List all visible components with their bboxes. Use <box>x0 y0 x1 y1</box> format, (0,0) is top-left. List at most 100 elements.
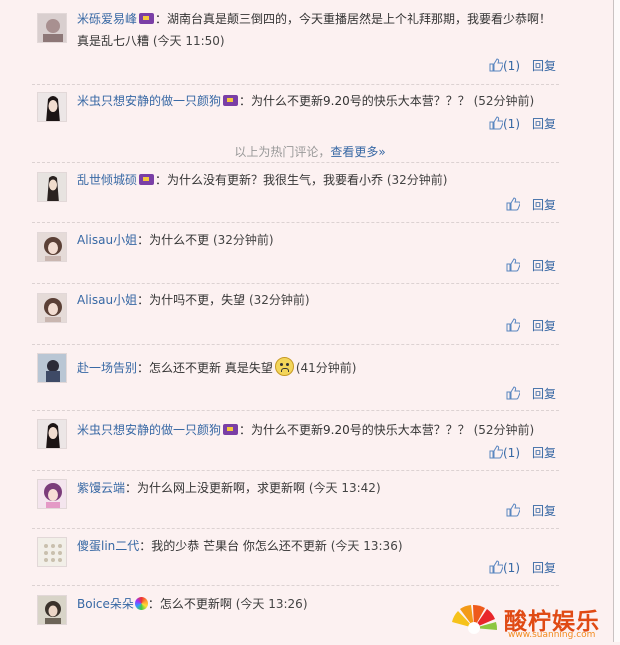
comment-username[interactable]: 米砾爱易峰 <box>77 12 137 26</box>
vip-badge-icon <box>139 174 155 185</box>
reply-link[interactable]: 回复 <box>532 196 556 214</box>
vip-badge-icon <box>223 424 239 435</box>
comment-time: (今天 11:50) <box>152 34 225 48</box>
comment-actions: (1) 回复 <box>470 559 560 577</box>
comment-time: (41分钟前) <box>295 361 357 375</box>
comment-text: 紫馒云端：为什么网上没更新啊，求更新啊 (今天 13:42) <box>77 477 557 499</box>
reply-link[interactable]: 回复 <box>532 444 556 462</box>
reply-link[interactable]: 回复 <box>532 317 556 335</box>
comment-username[interactable]: 赴一场告别 <box>77 361 137 375</box>
thumbs-up-icon <box>506 197 520 211</box>
comment-actions: 回复 <box>470 196 560 214</box>
like-count: (1) <box>503 117 520 131</box>
comment-content: ：为什么没有更新？我很生气，我要看小乔 <box>155 173 384 187</box>
comment-actions: (1) 回复 <box>470 115 560 133</box>
divider-text: 以上为热门评论， <box>234 145 331 159</box>
comment-time: (32分钟前) <box>212 233 274 247</box>
comment-content: ：怎么还不更新 真是失望 <box>137 361 273 375</box>
separator <box>32 410 559 411</box>
comment-actions: 回复 <box>470 317 560 335</box>
site-watermark: 酸柠娱乐 www.suanning.com <box>448 598 620 642</box>
comment-time: (32分钟前) <box>386 173 448 187</box>
separator <box>32 585 559 586</box>
avatar[interactable] <box>37 537 67 567</box>
vip-badge-icon <box>139 13 155 24</box>
comment-username[interactable]: Boice朵朵 <box>77 597 134 611</box>
comment-username[interactable]: 乱世倾城硕 <box>77 173 137 187</box>
separator <box>32 344 559 345</box>
like-button[interactable] <box>506 196 520 214</box>
comment-username[interactable]: 傻蛋lin二代 <box>77 539 139 553</box>
comment-time: (52分钟前) <box>473 423 535 437</box>
crying-face-icon <box>274 357 294 376</box>
right-strip <box>614 0 620 642</box>
comment-actions: 回复 <box>470 257 560 275</box>
comment-content: ：怎么不更新啊 <box>147 597 232 611</box>
comment-time: (今天 13:26) <box>235 597 308 611</box>
comment-username[interactable]: 米虫只想安静的做一只颜狗 <box>77 94 221 108</box>
avatar[interactable] <box>37 419 67 449</box>
reply-link[interactable]: 回复 <box>532 257 556 275</box>
comment-actions: 回复 <box>470 385 560 403</box>
avatar[interactable] <box>37 293 67 323</box>
comment-text: 傻蛋lin二代：我的少恭 芒果台 你怎么还不更新 (今天 13:36) <box>77 535 557 557</box>
avatar[interactable] <box>37 232 67 262</box>
view-more-link[interactable]: 查看更多» <box>330 145 385 159</box>
comment-text: 米虫只想安静的做一只颜狗 ：为什么不更新9.20号的快乐大本营？？？ (52分钟前… <box>77 90 557 112</box>
avatar[interactable] <box>37 13 67 43</box>
like-button[interactable] <box>506 502 520 520</box>
comment-text: 米砾爱易峰 ：湖南台真是颠三倒四的，今天重播居然是上个礼拜那期，我要看少恭啊！真是… <box>77 8 557 52</box>
comment-text: 赴一场告别：怎么还不更新 真是失望 (41分钟前) <box>77 357 557 379</box>
comment-actions: (1) 回复 <box>470 57 560 75</box>
comment-content: ：为什么不更 <box>137 233 210 247</box>
reply-link[interactable]: 回复 <box>532 385 556 403</box>
avatar[interactable] <box>37 353 67 383</box>
reply-link[interactable]: 回复 <box>532 57 556 75</box>
comment-username[interactable]: Alisau小姐 <box>77 293 137 307</box>
like-button[interactable] <box>506 257 520 275</box>
like-button[interactable]: (1) <box>489 559 520 577</box>
comment-text: Alisau小姐：为什么不更 (32分钟前) <box>77 229 557 251</box>
avatar[interactable] <box>37 595 67 625</box>
comment-content: ：为什么不更新9.20号的快乐大本营？？？ <box>239 94 470 108</box>
comment-actions: (1) 回复 <box>470 444 560 462</box>
comment-text: 米虫只想安静的做一只颜狗 ：为什么不更新9.20号的快乐大本营？？？ (52分钟前… <box>77 419 557 441</box>
comment-text: Alisau小姐：为什吗不更，失望 (32分钟前) <box>77 289 557 311</box>
comment-username[interactable]: Alisau小姐 <box>77 233 137 247</box>
comment-time: (今天 13:42) <box>308 481 381 495</box>
thumbs-up-icon <box>489 116 503 130</box>
like-button[interactable] <box>506 317 520 335</box>
thumbs-up-icon <box>506 503 520 517</box>
thumbs-up-icon <box>506 318 520 332</box>
comment-time: (32分钟前) <box>248 293 310 307</box>
avatar[interactable] <box>37 92 67 122</box>
hot-comments-divider: 以上为热门评论，查看更多» <box>0 144 620 160</box>
thumbs-up-icon <box>489 445 503 459</box>
separator <box>32 528 559 529</box>
separator <box>32 222 559 223</box>
lemon-logo-icon <box>452 604 498 634</box>
reply-link[interactable]: 回复 <box>532 559 556 577</box>
avatar[interactable] <box>37 172 67 202</box>
comment-content: ：为什吗不更，失望 <box>137 293 246 307</box>
thumbs-up-icon <box>489 58 503 72</box>
comment-content: ：我的少恭 芒果台 你怎么还不更新 <box>139 539 327 553</box>
like-count: (1) <box>503 446 520 460</box>
reply-link[interactable]: 回复 <box>532 115 556 133</box>
like-button[interactable] <box>506 385 520 403</box>
avatar[interactable] <box>37 479 67 509</box>
comment-username[interactable]: 米虫只想安静的做一只颜狗 <box>77 423 221 437</box>
like-count: (1) <box>503 59 520 73</box>
separator <box>32 470 559 471</box>
comment-content: ：为什么不更新9.20号的快乐大本营？？？ <box>239 423 470 437</box>
like-button[interactable]: (1) <box>489 115 520 133</box>
comment-username[interactable]: 紫馒云端 <box>77 481 125 495</box>
separator <box>32 283 559 284</box>
like-button[interactable]: (1) <box>489 444 520 462</box>
reply-link[interactable]: 回复 <box>532 502 556 520</box>
separator <box>32 84 559 85</box>
separator <box>32 162 559 163</box>
like-button[interactable]: (1) <box>489 57 520 75</box>
thumbs-up-icon <box>506 386 520 400</box>
comment-text: 乱世倾城硕 ：为什么没有更新？我很生气，我要看小乔 (32分钟前) <box>77 169 557 191</box>
